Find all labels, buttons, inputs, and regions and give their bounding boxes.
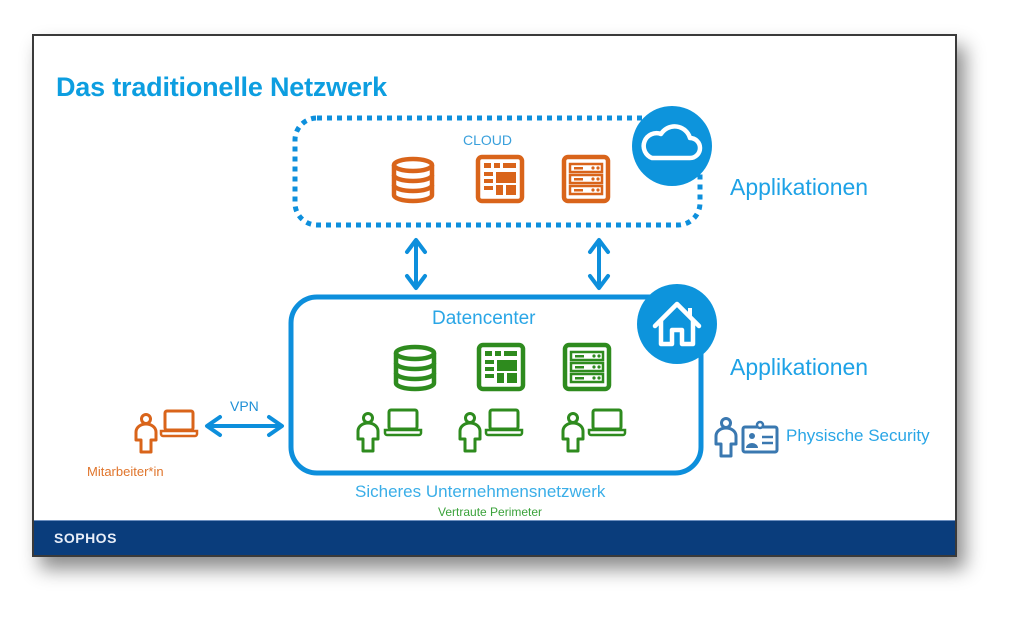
cloud-applications-label: Applikationen — [730, 174, 869, 200]
footer-bar: SOPHOS — [34, 520, 955, 555]
vpn-arrow — [205, 415, 284, 437]
sophos-logo: SOPHOS — [54, 530, 117, 546]
datacenter-server-icon — [565, 345, 609, 389]
datacenter-label: Datencenter — [432, 308, 536, 329]
cloud-icon — [632, 106, 712, 186]
cloud-datacenter-arrow-right — [588, 238, 610, 290]
remote-user — [134, 409, 199, 454]
person-icon — [714, 417, 738, 458]
cloud-label: CLOUD — [463, 132, 513, 148]
laptop-icon — [159, 409, 199, 438]
laptop-icon — [383, 408, 423, 437]
perimeter-caption: Vertraute Perimeter — [438, 505, 543, 519]
slide: Das traditionelle Netzwerk CLOUD Datence… — [32, 34, 957, 557]
physical-security-label: Physische Security — [786, 426, 930, 445]
cloud-database-icon — [394, 159, 432, 201]
datacenter-web-app-icon — [479, 345, 523, 389]
remote-user-label: Mitarbeiter*in — [87, 464, 164, 479]
person-icon — [561, 412, 585, 453]
person-icon — [134, 413, 158, 454]
datacenter-applications-label: Applikationen — [730, 354, 869, 380]
id-badge-icon — [741, 420, 779, 454]
cloud-web-app-icon — [478, 157, 522, 201]
network-diagram — [134, 106, 779, 476]
physical-security — [714, 417, 779, 458]
laptop-icon — [587, 408, 627, 437]
person-icon — [458, 412, 482, 453]
house-icon — [637, 284, 717, 364]
network-caption: Sicheres Unternehmensnetzwerk — [355, 482, 606, 501]
datacenter-user-1 — [356, 408, 423, 453]
vpn-label: VPN — [230, 398, 259, 414]
datacenter-database-icon — [396, 347, 434, 389]
cloud-datacenter-arrow-left — [405, 238, 427, 290]
laptop-icon — [484, 408, 524, 437]
cloud-server-icon — [564, 157, 608, 201]
person-icon — [356, 412, 380, 453]
datacenter-user-2 — [458, 408, 524, 453]
datacenter-user-3 — [561, 408, 627, 453]
